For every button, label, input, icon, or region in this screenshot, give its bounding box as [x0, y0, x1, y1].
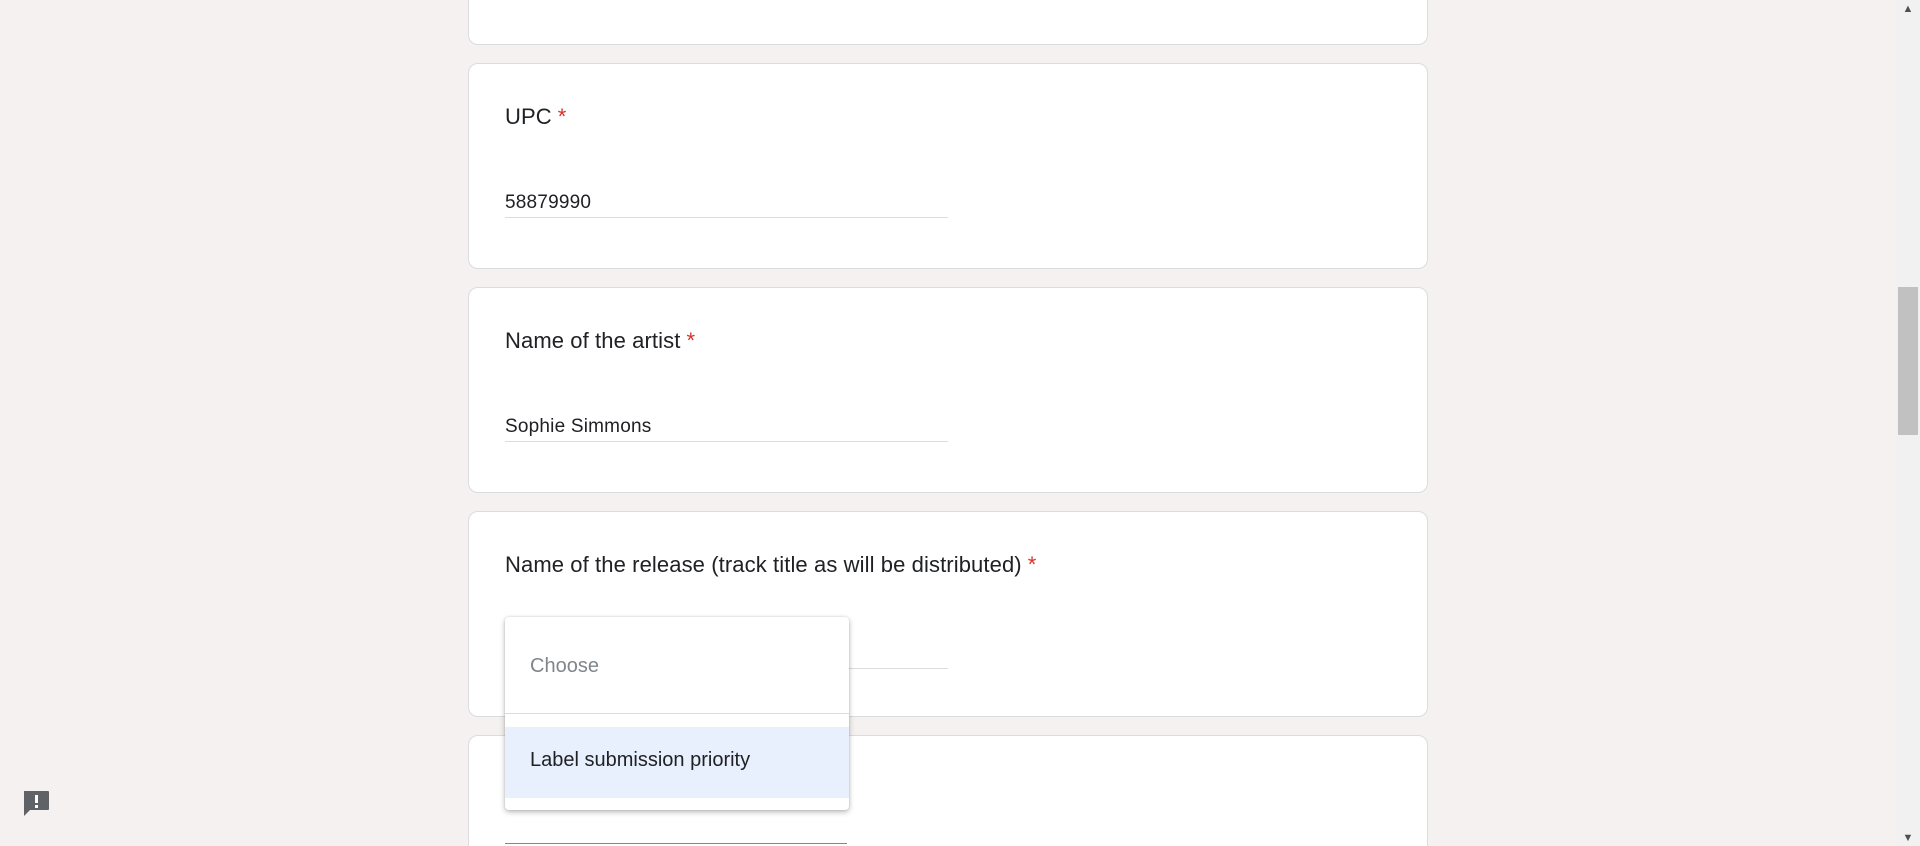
question-title: Name of the release (track title as will… — [505, 552, 1036, 578]
artist-name-input[interactable]: Sophie Simmons — [505, 410, 948, 442]
scroll-up-arrow-icon[interactable]: ▲ — [1896, 0, 1920, 17]
feedback-icon-graphic — [24, 791, 49, 816]
dropdown-option-label: Label submission priority — [530, 749, 751, 771]
upc-input[interactable]: 58879990 — [505, 186, 948, 218]
dropdown-option-label-submission-priority[interactable]: Label submission priority — [505, 727, 849, 798]
dropdown-option-placeholder[interactable]: Choose — [505, 617, 849, 714]
question-title: Name of the artist * — [505, 328, 695, 354]
required-asterisk: * — [1027, 552, 1037, 577]
question-card-artist: Name of the artist * Sophie Simmons — [468, 287, 1428, 493]
question-card-upc: UPC * 58879990 — [468, 63, 1428, 269]
release-dropdown-menu: Choose Label submission priority — [505, 617, 849, 810]
previous-question-card — [468, 0, 1428, 45]
artist-name-input-value: Sophie Simmons — [505, 416, 652, 437]
question-title-text: Name of the release (track title as will… — [505, 552, 1022, 577]
upc-input-value: 58879990 — [505, 192, 592, 213]
question-title-text: UPC — [505, 104, 552, 129]
required-asterisk: * — [686, 328, 696, 353]
required-asterisk: * — [557, 104, 567, 129]
scroll-down-arrow-icon[interactable]: ▼ — [1896, 829, 1920, 846]
next-question-dropdown-field[interactable] — [505, 843, 847, 844]
scrollbar-thumb[interactable] — [1898, 287, 1918, 435]
vertical-scrollbar[interactable]: ▲ ▼ — [1896, 0, 1920, 846]
question-title: UPC * — [505, 104, 566, 130]
form-page: UPC * 58879990 Name of the artist * Sophie… — [0, 0, 1920, 846]
dropdown-placeholder-label: Choose — [530, 655, 599, 677]
question-title-text: Name of the artist — [505, 328, 681, 353]
report-feedback-icon[interactable] — [20, 788, 52, 818]
